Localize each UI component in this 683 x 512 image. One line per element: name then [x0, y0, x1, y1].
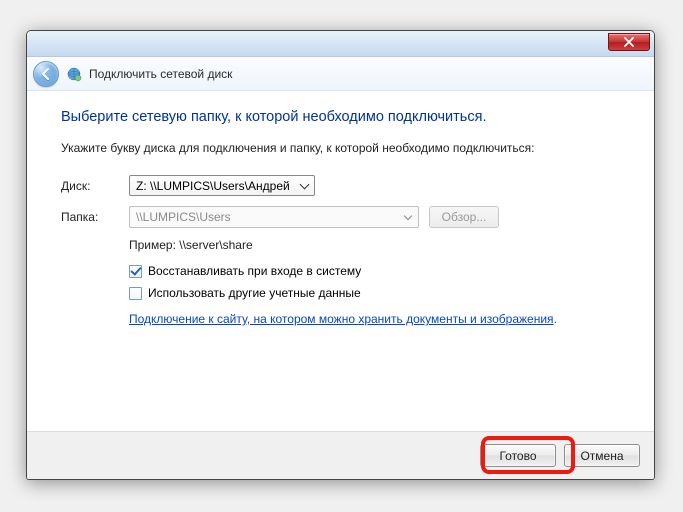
chevron-down-icon: [404, 211, 412, 219]
example-text: Пример: \\server\share: [129, 238, 620, 252]
reconnect-label: Восстанавливать при входе в систему: [148, 264, 361, 278]
finish-label: Готово: [499, 449, 536, 463]
network-drive-icon: [65, 65, 83, 83]
other-creds-row: Использовать другие учетные данные: [129, 286, 620, 300]
cancel-button[interactable]: Отмена: [564, 444, 640, 467]
instruction-text: Укажите букву диска для подключения и па…: [61, 141, 620, 155]
browse-button: Обзор...: [429, 206, 499, 228]
footer: Готово Отмена: [27, 431, 654, 479]
arrow-left-icon: [39, 67, 53, 81]
folder-value: \\LUMPICS\Users: [136, 210, 231, 224]
drive-dropdown[interactable]: Z: \\LUMPICS\Users\Андрей: [129, 175, 315, 196]
reconnect-row: Восстанавливать при входе в систему: [129, 264, 620, 278]
connect-site-link[interactable]: Подключение к сайту, на котором можно хр…: [129, 312, 554, 326]
folder-combobox[interactable]: \\LUMPICS\Users: [129, 206, 419, 228]
drive-label: Диск:: [61, 179, 129, 193]
other-creds-label: Использовать другие учетные данные: [148, 286, 361, 300]
drive-row: Диск: Z: \\LUMPICS\Users\Андрей: [61, 175, 620, 196]
close-button[interactable]: [608, 33, 650, 51]
other-creds-checkbox[interactable]: [129, 287, 142, 300]
dialog-window: Подключить сетевой диск Выберите сетевую…: [26, 30, 655, 480]
folder-row: Папка: \\LUMPICS\Users Обзор...: [61, 206, 620, 228]
browse-label: Обзор...: [442, 210, 487, 224]
cancel-label: Отмена: [580, 449, 623, 463]
drive-value: Z: \\LUMPICS\Users\Андрей: [136, 179, 290, 193]
folder-label: Папка:: [61, 210, 129, 224]
close-icon: [624, 37, 634, 47]
header-title: Подключить сетевой диск: [89, 67, 232, 81]
wizard-header: Подключить сетевой диск: [27, 57, 654, 91]
content-area: Выберите сетевую папку, к которой необхо…: [27, 91, 654, 431]
back-button[interactable]: [33, 61, 59, 87]
chevron-down-icon: [300, 179, 310, 189]
link-row: Подключение к сайту, на котором можно хр…: [129, 312, 620, 326]
finish-button[interactable]: Готово: [480, 444, 556, 467]
titlebar[interactable]: [27, 31, 654, 57]
reconnect-checkbox[interactable]: [129, 265, 142, 278]
main-heading: Выберите сетевую папку, к которой необхо…: [61, 109, 620, 125]
